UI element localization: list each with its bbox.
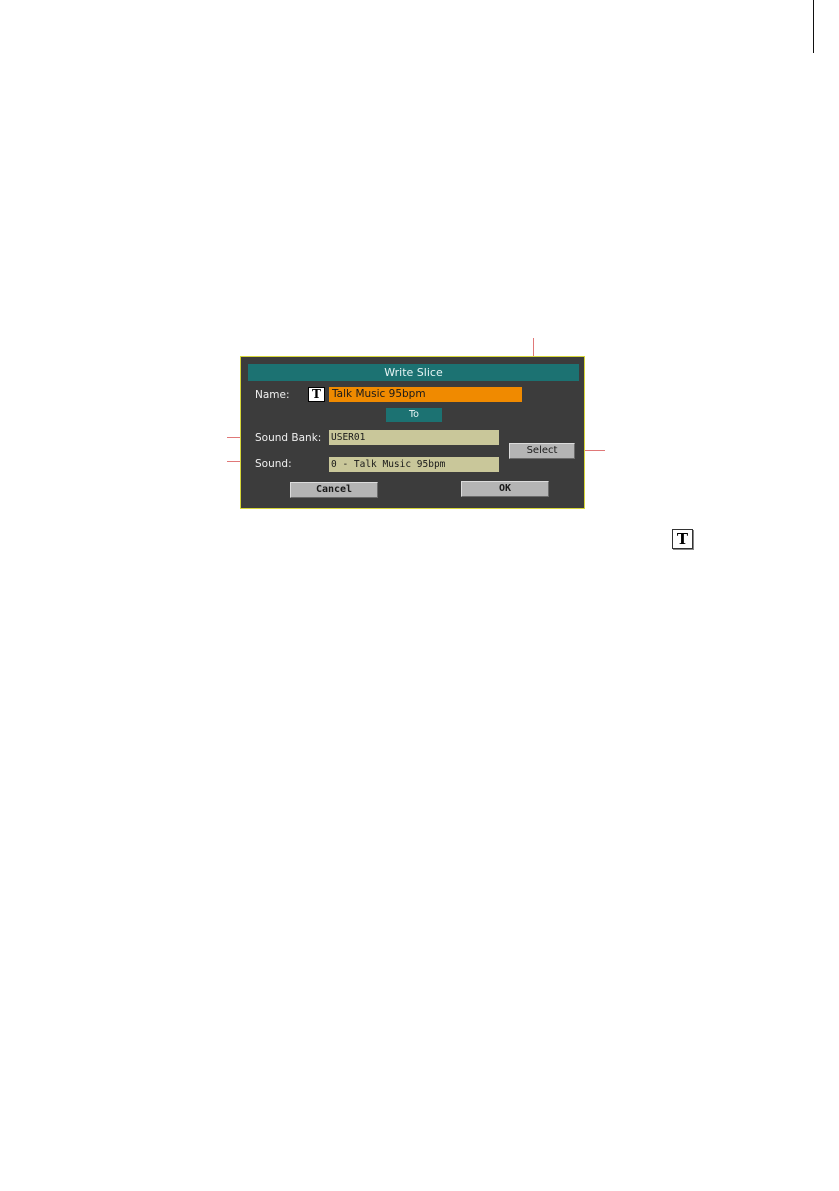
page-edge-line: [813, 0, 814, 53]
name-field[interactable]: Talk Music 95bpm: [329, 387, 522, 402]
sound-label: Sound:: [255, 458, 292, 470]
sound-field[interactable]: 0 - Talk Music 95bpm: [329, 457, 499, 472]
select-button[interactable]: Select: [509, 443, 575, 459]
ok-button[interactable]: OK: [461, 481, 549, 497]
sound-bank-label: Sound Bank:: [255, 432, 322, 444]
text-edit-icon[interactable]: T: [308, 387, 325, 402]
write-slice-dialog: Write Slice Name: T Talk Music 95bpm To …: [240, 356, 585, 509]
text-edit-icon-reference: T: [672, 529, 693, 549]
to-label: To: [386, 408, 442, 422]
dialog-title: Write Slice: [248, 364, 579, 381]
cancel-button[interactable]: Cancel: [290, 482, 378, 498]
sound-bank-field[interactable]: USER01: [329, 430, 499, 445]
name-label: Name:: [255, 389, 290, 401]
